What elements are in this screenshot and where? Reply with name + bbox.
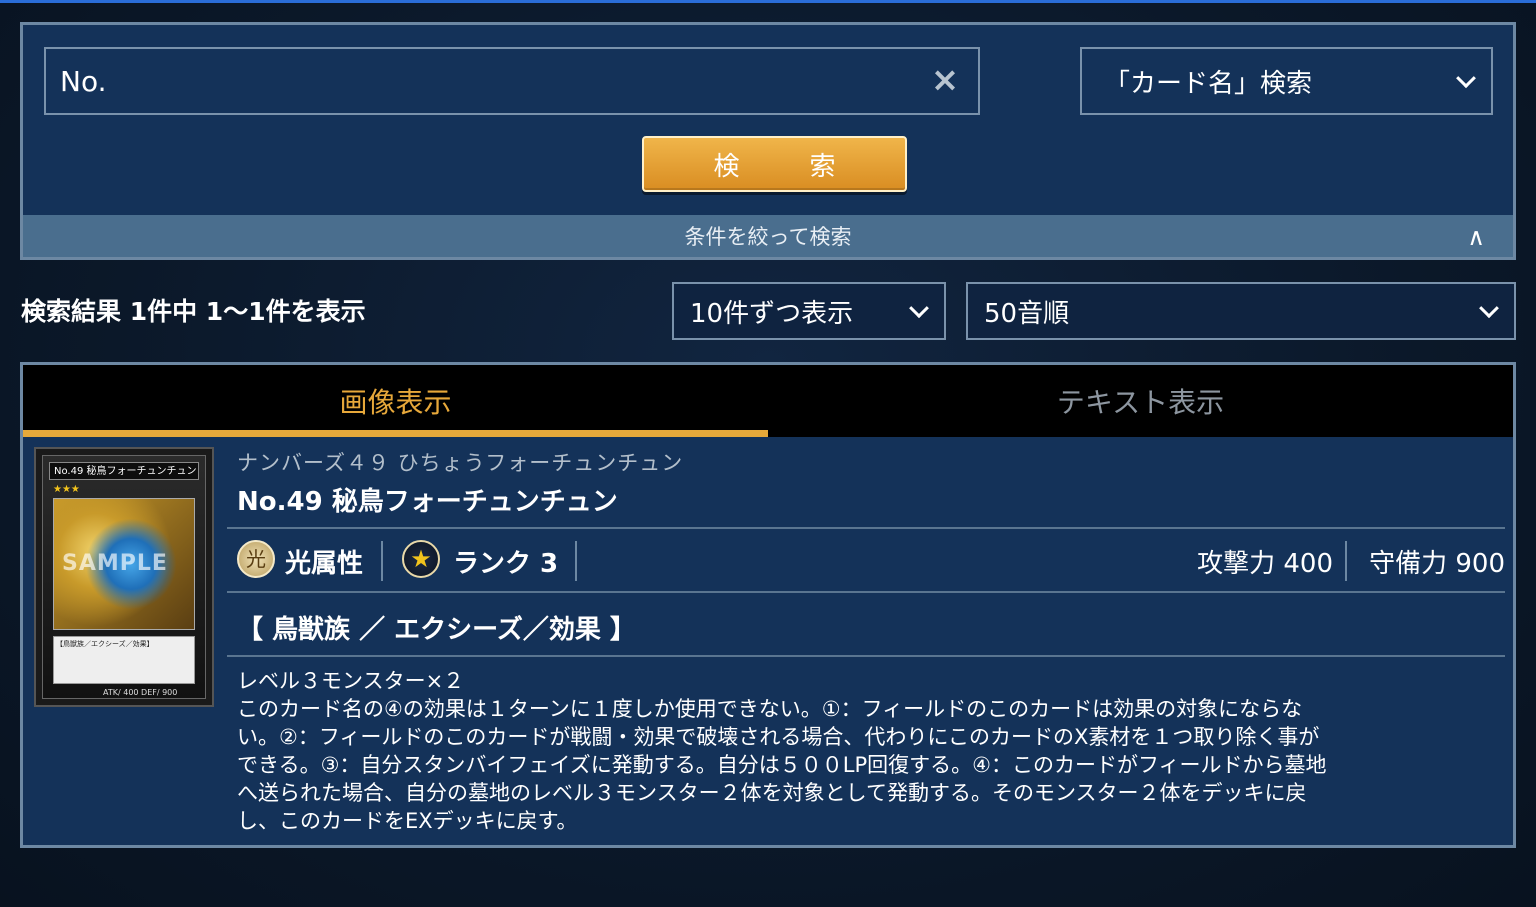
tab-image-view-label: 画像表示 [339, 386, 452, 419]
sort-value: 50音順 [984, 298, 1070, 329]
light-attribute-icon: 光 [237, 540, 275, 578]
chevron-down-icon [909, 298, 929, 319]
effect-line: い。②：フィールドのこのカードが戦闘・効果で破壊される場合、代わりにこのカードの… [237, 725, 1320, 749]
attribute-label: 光属性 [285, 549, 364, 579]
top-accent-line [0, 0, 1536, 3]
sort-select[interactable]: 50音順 [966, 282, 1516, 340]
view-tabs: 画像表示 テキスト表示 [23, 365, 1513, 437]
close-icon[interactable]: × [930, 63, 960, 97]
result-count: 検索結果 1件中 1〜1件を表示 [21, 297, 366, 326]
tab-text-view-label: テキスト表示 [1056, 386, 1225, 419]
keyword-value: No. [60, 64, 107, 98]
card-effect-text: レベル３モンスター×２ このカード名の④の効果は１ターンに１度しか使用できない。… [237, 667, 1497, 835]
card-image-stars: ★★★ [53, 484, 80, 495]
divider [381, 541, 383, 581]
divider [227, 591, 1505, 593]
effect-line: できる。③：自分スタンバイフェイズに発動する。自分は５００LP回復する。④：この… [237, 753, 1327, 777]
star-icon: ★ [402, 540, 440, 578]
effect-line: し、このカードをEXデッキに戻す。 [237, 809, 578, 833]
search-panel: No. × 「カード名」検索 検 索 条件を絞って検索 ∧ [20, 22, 1516, 260]
search-button-label: 検 索 [713, 151, 858, 182]
card-image-textbox: 【鳥獣族／エクシーズ／効果】 [53, 636, 195, 684]
sample-watermark: SAMPLE [62, 551, 168, 576]
tab-image-view[interactable]: 画像表示 [23, 365, 768, 437]
card-image-stats: ATK/ 400 DEF/ 900 [103, 688, 178, 697]
filter-label: 条件を絞って検索 [684, 225, 852, 249]
card-type-line: 【 鳥獣族 ／ エクシーズ／効果 】 [237, 615, 636, 645]
per-page-value: 10件ずつ表示 [690, 298, 854, 329]
search-type-select[interactable]: 「カード名」検索 [1080, 47, 1493, 115]
results-panel: 画像表示 テキスト表示 No.49 秘鳥フォーチュンチュン ★★★ SAMPLE… [20, 362, 1516, 848]
card-name-kana: ナンバーズ４９ ひちょうフォーチュンチュン [237, 451, 684, 475]
chevron-up-icon: ∧ [1467, 223, 1485, 251]
divider [575, 541, 577, 581]
card-artwork: SAMPLE [53, 498, 195, 630]
tab-text-view[interactable]: テキスト表示 [768, 365, 1513, 437]
defense-value: 守備力 900 [1369, 549, 1505, 579]
effect-line: へ送られた場合、自分の墓地のレベル３モンスター２体を対象として発動する。そのモン… [237, 781, 1307, 805]
divider [1345, 541, 1347, 581]
search-type-value: 「カード名」検索 [1104, 68, 1313, 99]
divider [227, 655, 1505, 657]
effect-line: このカード名の④の効果は１ターンに１度しか使用できない。①：フィールドのこのカー… [237, 697, 1303, 721]
card-frame: No.49 秘鳥フォーチュンチュン ★★★ SAMPLE 【鳥獣族／エクシーズ／… [42, 455, 206, 699]
rank-label: ランク 3 [453, 549, 559, 579]
advanced-filter-toggle[interactable]: 条件を絞って検索 ∧ [23, 215, 1513, 257]
card-image-name: No.49 秘鳥フォーチュンチュン [49, 462, 199, 480]
divider [227, 527, 1505, 529]
card-image[interactable]: No.49 秘鳥フォーチュンチュン ★★★ SAMPLE 【鳥獣族／エクシーズ／… [34, 447, 214, 707]
attack-value: 攻撃力 400 [1197, 549, 1333, 579]
per-page-select[interactable]: 10件ずつ表示 [672, 282, 946, 340]
card-stats-row: 光 光属性 ★ ランク 3 攻撃力 400 守備力 900 [237, 537, 1505, 581]
keyword-input[interactable]: No. × [44, 47, 980, 115]
chevron-down-icon [1456, 68, 1476, 89]
effect-line: レベル３モンスター×２ [237, 669, 465, 693]
card-image-type: 【鳥獣族／エクシーズ／効果】 [56, 640, 154, 648]
card-name[interactable]: No.49 秘鳥フォーチュンチュン [237, 481, 618, 518]
chevron-down-icon [1479, 298, 1499, 319]
search-button[interactable]: 検 索 [642, 136, 907, 192]
